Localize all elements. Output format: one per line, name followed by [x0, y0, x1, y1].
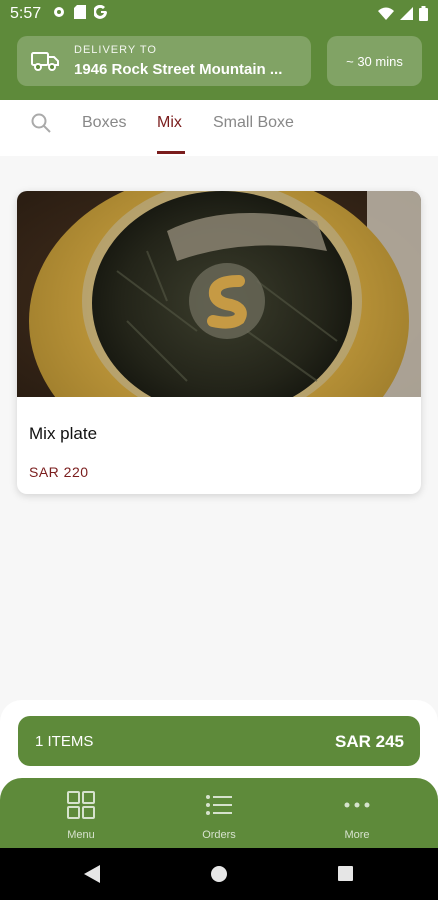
tab-boxes[interactable]: Boxes — [82, 114, 126, 132]
product-price: SAR 220 — [29, 464, 89, 480]
view-cart-button[interactable]: 1 ITEMS SAR 245 — [18, 716, 420, 766]
grid-icon — [67, 791, 95, 819]
status-bar: 5:57 — [0, 0, 438, 28]
system-navigation-bar — [0, 848, 438, 900]
delivery-time-text: ~ 30 mins — [346, 53, 403, 69]
delivery-label: DELIVERY TO — [74, 44, 157, 56]
search-icon[interactable] — [30, 112, 52, 134]
product-title: Mix plate — [29, 424, 98, 443]
nav-item-menu[interactable]: Menu — [41, 790, 121, 841]
battery-icon — [419, 6, 428, 21]
delivery-address: 1946 Rock Street Mountain ... — [74, 61, 283, 78]
active-tab-indicator — [157, 151, 185, 154]
product-card[interactable]: Mix plate SAR 220 — [17, 191, 421, 494]
recent-apps-icon[interactable] — [338, 866, 353, 881]
cart-item-count: 1 ITEMS — [35, 733, 94, 750]
google-icon — [94, 5, 107, 19]
delivery-truck-icon — [31, 52, 59, 71]
cart-total: SAR 245 — [335, 732, 404, 751]
bottom-navigation: Menu Orders More — [0, 778, 438, 848]
nav-item-more[interactable]: More — [317, 790, 397, 841]
back-icon[interactable] — [84, 865, 100, 883]
tab-small-boxes[interactable]: Small Boxe — [213, 114, 294, 132]
more-dots-icon — [344, 802, 370, 808]
signal-icon — [400, 7, 413, 20]
delivery-address-selector[interactable]: DELIVERY TO 1946 Rock Street Mountain ..… — [17, 36, 311, 86]
category-tabs: Boxes Mix Small Boxe — [0, 100, 438, 156]
tab-mix[interactable]: Mix — [157, 114, 182, 132]
wifi-icon — [378, 7, 394, 20]
gear-icon — [54, 7, 64, 17]
product-image — [17, 191, 421, 397]
list-icon — [206, 795, 232, 815]
nav-item-orders[interactable]: Orders — [179, 790, 259, 841]
sd-card-icon — [74, 5, 86, 19]
nav-label-orders: Orders — [202, 829, 236, 841]
nav-label-menu: Menu — [67, 829, 95, 841]
home-icon[interactable] — [211, 866, 227, 882]
nav-label-more: More — [344, 829, 370, 841]
delivery-time-badge[interactable]: ~ 30 mins — [327, 36, 422, 86]
status-time: 5:57 — [10, 5, 42, 22]
